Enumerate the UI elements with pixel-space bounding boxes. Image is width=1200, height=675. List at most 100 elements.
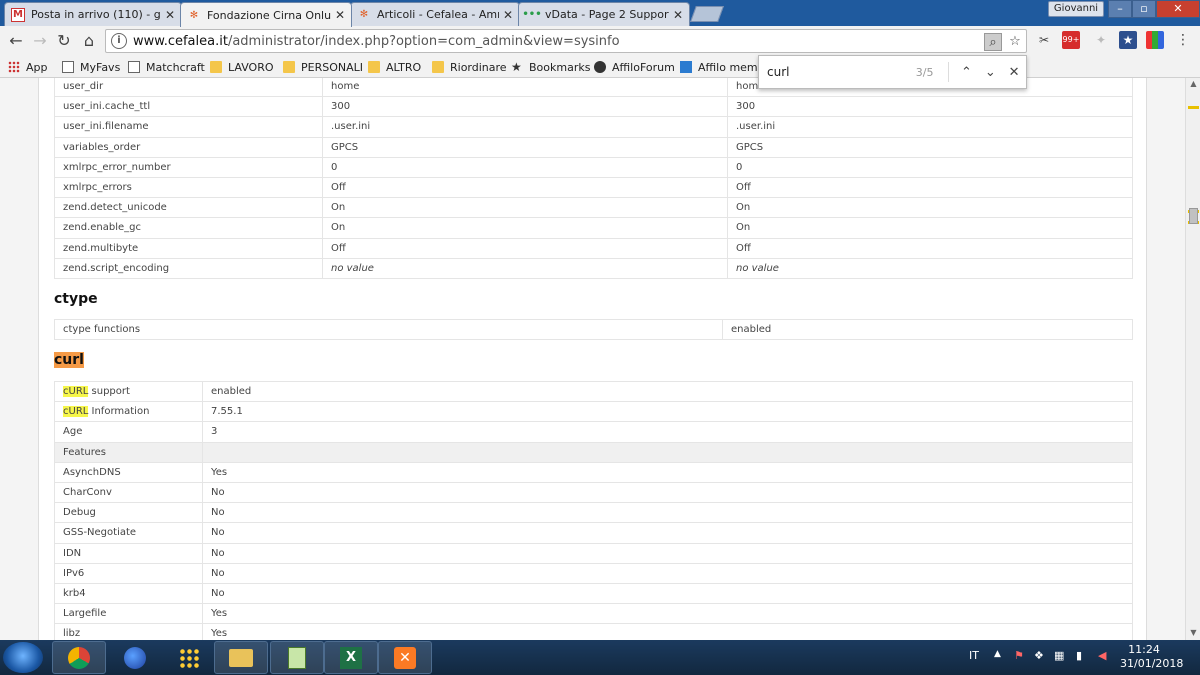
- bookmark-myfavs[interactable]: MyFavs: [62, 59, 120, 75]
- setting-name: user_dir: [54, 78, 323, 98]
- vertical-scrollbar[interactable]: ▲ ▼: [1185, 78, 1200, 640]
- close-icon[interactable]: ✕: [335, 8, 345, 22]
- close-icon[interactable]: ✕: [165, 8, 175, 22]
- table-row: xmlrpc_error_number 0 0: [54, 156, 1133, 178]
- start-button[interactable]: [3, 642, 43, 673]
- table-row: cURL support enabled: [54, 380, 1133, 403]
- forward-button[interactable]: →: [29, 30, 51, 52]
- folder-icon: [368, 61, 380, 73]
- apps-app[interactable]: [162, 641, 216, 674]
- bookmark-bookmarks[interactable]: ★ Bookmarks: [511, 59, 590, 75]
- chrome-app[interactable]: [52, 641, 106, 674]
- scroll-down-arrow[interactable]: ▼: [1186, 627, 1200, 639]
- setting-value: enabled: [202, 380, 1133, 403]
- setting-value: Yes: [202, 603, 1133, 625]
- volume-icon[interactable]: ◀: [1098, 649, 1106, 662]
- bookmark-altro[interactable]: ALTRO: [368, 59, 421, 75]
- signal-icon[interactable]: ▮: [1076, 649, 1082, 662]
- reload-button[interactable]: ↻: [53, 30, 75, 52]
- bookmark-app[interactable]: App: [8, 59, 48, 75]
- table-row: Largefile Yes: [54, 603, 1133, 625]
- setting-name: xmlrpc_errors: [54, 176, 323, 199]
- action-center-icon[interactable]: ⚑: [1014, 649, 1024, 662]
- table-row: Age 3: [54, 421, 1133, 443]
- bookmark-affilo-memb[interactable]: Affilo memb: [680, 59, 765, 75]
- home-button[interactable]: ⌂: [78, 30, 100, 52]
- menu-icon[interactable]: ⋮: [1174, 31, 1192, 49]
- tab-gmail[interactable]: M Posta in arrivo (110) - gio ✕: [4, 2, 182, 26]
- address-bar[interactable]: i www.cefalea.it/administrator/index.php…: [105, 29, 1027, 53]
- bookmark-personali[interactable]: PERSONALI: [283, 59, 363, 75]
- scissors-icon[interactable]: ✂: [1035, 31, 1053, 49]
- local-value: Off: [322, 176, 728, 199]
- local-value: Off: [322, 237, 728, 259]
- php-settings-table: user_dir home home user_ini.cache_ttl 300 300…: [54, 78, 1133, 279]
- find-in-page-icon[interactable]: ⌕: [984, 33, 1002, 51]
- close-window-button[interactable]: ✕: [1156, 0, 1200, 18]
- excel-app[interactable]: X: [324, 641, 378, 674]
- maximize-button[interactable]: ▫: [1132, 0, 1156, 18]
- find-close-button[interactable]: ✕: [1002, 65, 1026, 80]
- tab-articoli[interactable]: ✻ Articoli - Cefalea - Amm ✕: [350, 2, 520, 26]
- language-indicator[interactable]: IT: [969, 649, 979, 662]
- close-icon[interactable]: ✕: [503, 8, 513, 22]
- setting-value: No: [202, 542, 1133, 564]
- gmail-icon: M: [11, 7, 25, 22]
- tab-vdata[interactable]: ••• vData - Page 2 Support ✕: [518, 2, 690, 26]
- table-row: IPv6 No: [54, 562, 1133, 584]
- puzzle-icon[interactable]: ✦: [1092, 31, 1110, 49]
- bookmark-star-icon[interactable]: ★: [1119, 31, 1137, 49]
- table-row: xmlrpc_errors Off Off: [54, 176, 1133, 199]
- affilo-icon: [680, 61, 692, 73]
- setting-name: zend.enable_gc: [54, 217, 323, 239]
- master-value: On: [727, 217, 1133, 239]
- show-hidden-icons[interactable]: ▲: [994, 649, 1001, 659]
- section-title-curl: curl: [54, 352, 84, 368]
- bookmark-label: AffiloForum: [612, 60, 675, 74]
- master-value: Off: [727, 176, 1133, 199]
- bookmark-lavoro[interactable]: LAVORO: [210, 59, 274, 75]
- table-row: Debug No: [54, 502, 1133, 524]
- scroll-up-arrow[interactable]: ▲: [1186, 78, 1200, 90]
- clock[interactable]: 11:24 31/01/2018: [1120, 643, 1183, 671]
- find-next-button[interactable]: ⌄: [978, 65, 1002, 80]
- new-tab-button[interactable]: [690, 6, 724, 22]
- curl-table: cURL support enabled cURL Information 7.55.…: [54, 380, 1133, 640]
- bookmark-affiloforum[interactable]: AffiloForum: [594, 59, 675, 75]
- back-button[interactable]: ←: [5, 30, 27, 52]
- close-icon[interactable]: ✕: [673, 8, 683, 22]
- table-row: user_ini.cache_ttl 300 300: [54, 96, 1133, 118]
- notepad-app[interactable]: [270, 641, 324, 674]
- dropbox-icon[interactable]: ❖: [1034, 649, 1044, 662]
- color-grid-icon[interactable]: [1146, 31, 1164, 49]
- setting-name: user_ini.filename: [54, 116, 323, 138]
- table-row: CharConv No: [54, 481, 1133, 504]
- xampp-app[interactable]: ✕: [378, 641, 432, 674]
- setting-value: 3: [202, 421, 1133, 443]
- explorer-app[interactable]: [214, 641, 268, 674]
- bookmark-label: PERSONALI: [301, 60, 363, 74]
- table-row: variables_order GPCS GPCS: [54, 136, 1133, 158]
- extension-badge[interactable]: 99+: [1062, 31, 1080, 49]
- star-icon[interactable]: ☆: [1006, 33, 1024, 51]
- bookmark-riordinare[interactable]: Riordinare: [432, 59, 507, 75]
- firefox-app[interactable]: [108, 641, 162, 674]
- local-value: no value: [322, 257, 728, 279]
- bookmark-matchcraft[interactable]: Matchcraft: [128, 59, 205, 75]
- minimize-button[interactable]: –: [1108, 0, 1132, 18]
- find-input[interactable]: curl: [767, 65, 916, 79]
- network-adapter-icon[interactable]: ▦: [1054, 649, 1064, 662]
- setting-value: No: [202, 582, 1133, 605]
- taskbar: X ✕ IT ▲ ⚑ ❖ ▦ ▮ ◀ 11:24 31/01/2018: [0, 640, 1200, 675]
- find-previous-button[interactable]: ⌃: [955, 65, 979, 80]
- setting-name: libz: [54, 623, 203, 640]
- tab-title: vData - Page 2 Support: [545, 8, 669, 21]
- tab-fondazione-cirna[interactable]: ✻ Fondazione Cirna Onlus ✕: [180, 2, 352, 27]
- scrollbar-thumb[interactable]: [1189, 208, 1198, 224]
- info-icon[interactable]: i: [111, 33, 127, 49]
- profile-button[interactable]: Giovanni: [1048, 1, 1104, 17]
- folder-icon: [432, 61, 444, 73]
- table-row: Features: [54, 441, 1133, 463]
- setting-name: zend.multibyte: [54, 237, 323, 259]
- table-row: IDN No: [54, 542, 1133, 564]
